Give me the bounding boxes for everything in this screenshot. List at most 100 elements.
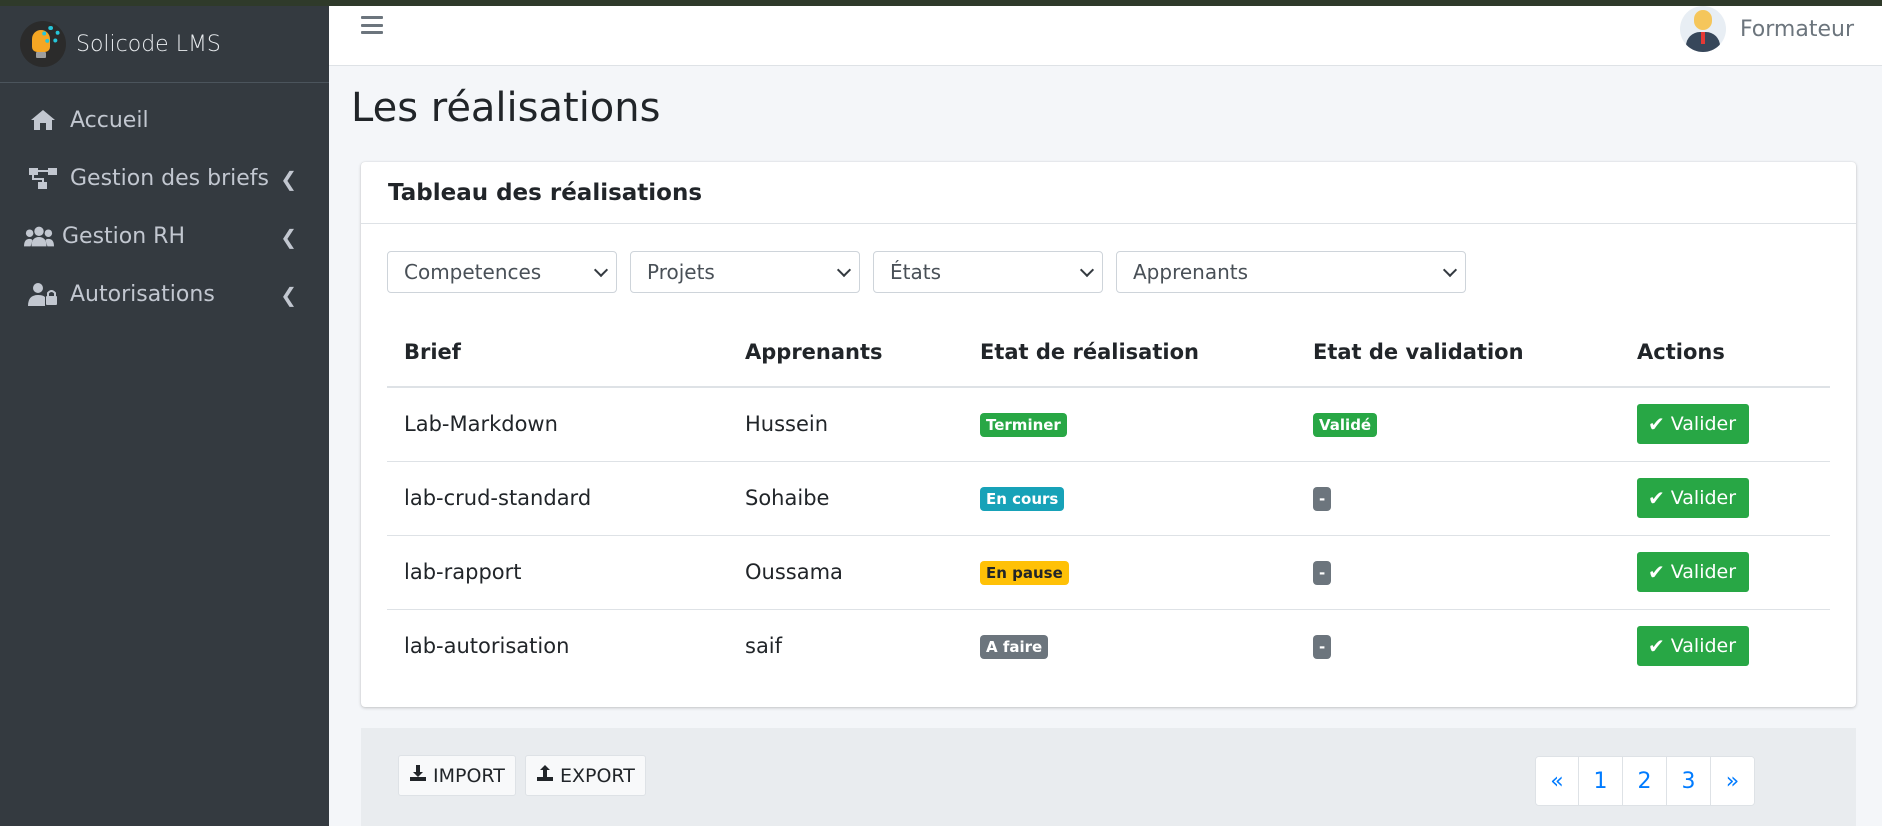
chevron-down-icon xyxy=(1079,262,1095,277)
cell-apprenant: Oussama xyxy=(728,535,963,610)
table-row: lab-crud-standard Sohaibe En cours - ✔ Va… xyxy=(387,461,1830,536)
top-navbar: Formateur xyxy=(329,6,1882,66)
sidebar: Solicode LMS Accueil Gestion des briefs … xyxy=(0,6,329,826)
cell-validation: Validé xyxy=(1296,387,1620,462)
menu-toggle-icon[interactable] xyxy=(361,16,383,34)
realisations-table: Brief Apprenants Etat de réalisation Eta… xyxy=(387,317,1830,683)
cell-validation: - xyxy=(1296,609,1620,683)
valider-button[interactable]: ✔ Valider xyxy=(1637,478,1750,518)
brand-logo-icon xyxy=(20,21,66,67)
cell-apprenant: Sohaibe xyxy=(728,461,963,536)
column-header-etat-realisation: Etat de réalisation xyxy=(963,317,1296,388)
sidebar-item-gestion-rh[interactable]: Gestion RH ❮ xyxy=(0,207,329,265)
validation-badge: - xyxy=(1313,635,1332,660)
users-icon xyxy=(24,224,54,248)
cell-etat: En pause xyxy=(963,535,1296,610)
pagination: « 1 2 3 » xyxy=(1535,756,1755,806)
chevron-down-icon xyxy=(1442,262,1458,277)
table-row: Lab-Markdown Hussein Terminer Validé ✔ Va… xyxy=(387,387,1830,462)
cell-actions: ✔ Valider xyxy=(1620,535,1830,610)
cell-brief: lab-rapport xyxy=(387,535,728,610)
column-header-actions: Actions xyxy=(1620,317,1830,388)
status-badge: En cours xyxy=(980,487,1065,511)
select-value: Projets xyxy=(647,260,715,284)
chevron-left-icon: ❮ xyxy=(280,167,297,191)
sidebar-item-gestion-des-briefs[interactable]: Gestion des briefs ❮ xyxy=(0,149,329,207)
sidebar-item-label: Gestion RH xyxy=(62,223,186,249)
check-icon: ✔ xyxy=(1648,412,1665,437)
sidebar-item-label: Autorisations xyxy=(70,281,215,307)
pagination-page-3[interactable]: 3 xyxy=(1666,757,1710,805)
validation-badge: - xyxy=(1313,487,1332,511)
sidebar-nav: Accueil Gestion des briefs ❮ Gestion RH … xyxy=(0,83,329,323)
validation-badge: - xyxy=(1313,561,1332,585)
pagination-previous[interactable]: « xyxy=(1536,757,1578,805)
cell-etat: En cours xyxy=(963,461,1296,536)
card-footer: IMPORT EXPORT « 1 2 3 » xyxy=(361,728,1856,826)
card-title: Tableau des réalisations xyxy=(388,179,703,206)
column-header-apprenants: Apprenants xyxy=(728,317,963,388)
sidebar-item-accueil[interactable]: Accueil xyxy=(0,91,329,149)
button-label: Valider xyxy=(1670,487,1737,509)
filter-projets-select[interactable]: Projets xyxy=(630,251,860,293)
import-button[interactable]: IMPORT xyxy=(398,755,516,796)
chevron-down-icon xyxy=(593,262,609,277)
brand-name: Solicode LMS xyxy=(76,31,221,57)
user-name: Formateur xyxy=(1739,16,1854,42)
cell-brief: lab-crud-standard xyxy=(387,461,728,536)
cell-validation: - xyxy=(1296,535,1620,610)
brand-link[interactable]: Solicode LMS xyxy=(0,6,329,83)
cell-actions: ✔ Valider xyxy=(1620,461,1830,536)
export-button[interactable]: EXPORT xyxy=(525,755,646,796)
cell-apprenant: saif xyxy=(745,634,783,659)
filters-bar: Competences Projets États Apprenants xyxy=(387,251,1479,293)
select-value: Competences xyxy=(404,260,542,284)
status-badge: En pause xyxy=(980,561,1069,585)
page-title: Les réalisations xyxy=(351,85,661,131)
cell-brief: Lab-Markdown xyxy=(387,387,728,462)
chevron-left-icon: ❮ xyxy=(280,283,297,307)
cell-etat: Terminer xyxy=(963,387,1296,462)
sidebar-item-label: Accueil xyxy=(70,107,149,133)
realisations-card: Tableau des réalisations Competences Pro… xyxy=(361,162,1856,707)
valider-button[interactable]: ✔ Valider xyxy=(1637,552,1750,592)
cell-etat: A faire xyxy=(963,609,1296,683)
sitemap-icon xyxy=(28,166,58,190)
filter-competences-select[interactable]: Competences xyxy=(387,251,617,293)
cell-actions: ✔ Valider xyxy=(1620,387,1830,462)
sidebar-item-autorisations[interactable]: Autorisations ❮ xyxy=(0,265,329,323)
table-row: lab-rapport Oussama En pause - ✔ Valider xyxy=(387,535,1830,610)
button-label: Valider xyxy=(1670,635,1737,658)
pagination-page-2[interactable]: 2 xyxy=(1622,757,1666,805)
cell-validation: - xyxy=(1296,461,1620,536)
upload-icon xyxy=(536,764,554,787)
pagination-next[interactable]: » xyxy=(1710,757,1754,805)
table-row: lab-autorisation saif A faire - ✔ Valider xyxy=(387,609,1830,683)
chevron-down-icon xyxy=(836,262,852,277)
home-icon xyxy=(28,108,58,132)
validation-badge: Validé xyxy=(1313,413,1378,438)
filter-etats-select[interactable]: États xyxy=(873,251,1103,293)
status-badge: A faire xyxy=(980,635,1049,660)
cell-brief: lab-autorisation xyxy=(404,634,570,659)
card-header: Tableau des réalisations xyxy=(361,162,1856,224)
column-header-brief: Brief xyxy=(387,317,728,388)
select-value: Apprenants xyxy=(1133,260,1249,284)
check-icon: ✔ xyxy=(1648,634,1665,659)
check-icon: ✔ xyxy=(1648,560,1665,584)
user-lock-icon xyxy=(28,282,58,306)
valider-button[interactable]: ✔ Valider xyxy=(1637,404,1750,445)
filter-apprenants-select[interactable]: Apprenants xyxy=(1116,251,1466,293)
button-label: Valider xyxy=(1670,561,1737,583)
cell-actions: ✔ Valider xyxy=(1620,609,1830,683)
user-menu[interactable]: Formateur xyxy=(1679,6,1854,52)
check-icon: ✔ xyxy=(1648,486,1665,510)
column-header-etat-validation: Etat de validation xyxy=(1296,317,1620,388)
download-icon xyxy=(409,764,427,787)
valider-button[interactable]: ✔ Valider xyxy=(1637,626,1750,667)
pagination-page-1[interactable]: 1 xyxy=(1578,757,1622,805)
button-label: Valider xyxy=(1670,413,1737,436)
import-label: IMPORT xyxy=(433,764,505,787)
avatar xyxy=(1679,6,1726,52)
chevron-left-icon: ❮ xyxy=(280,225,297,249)
